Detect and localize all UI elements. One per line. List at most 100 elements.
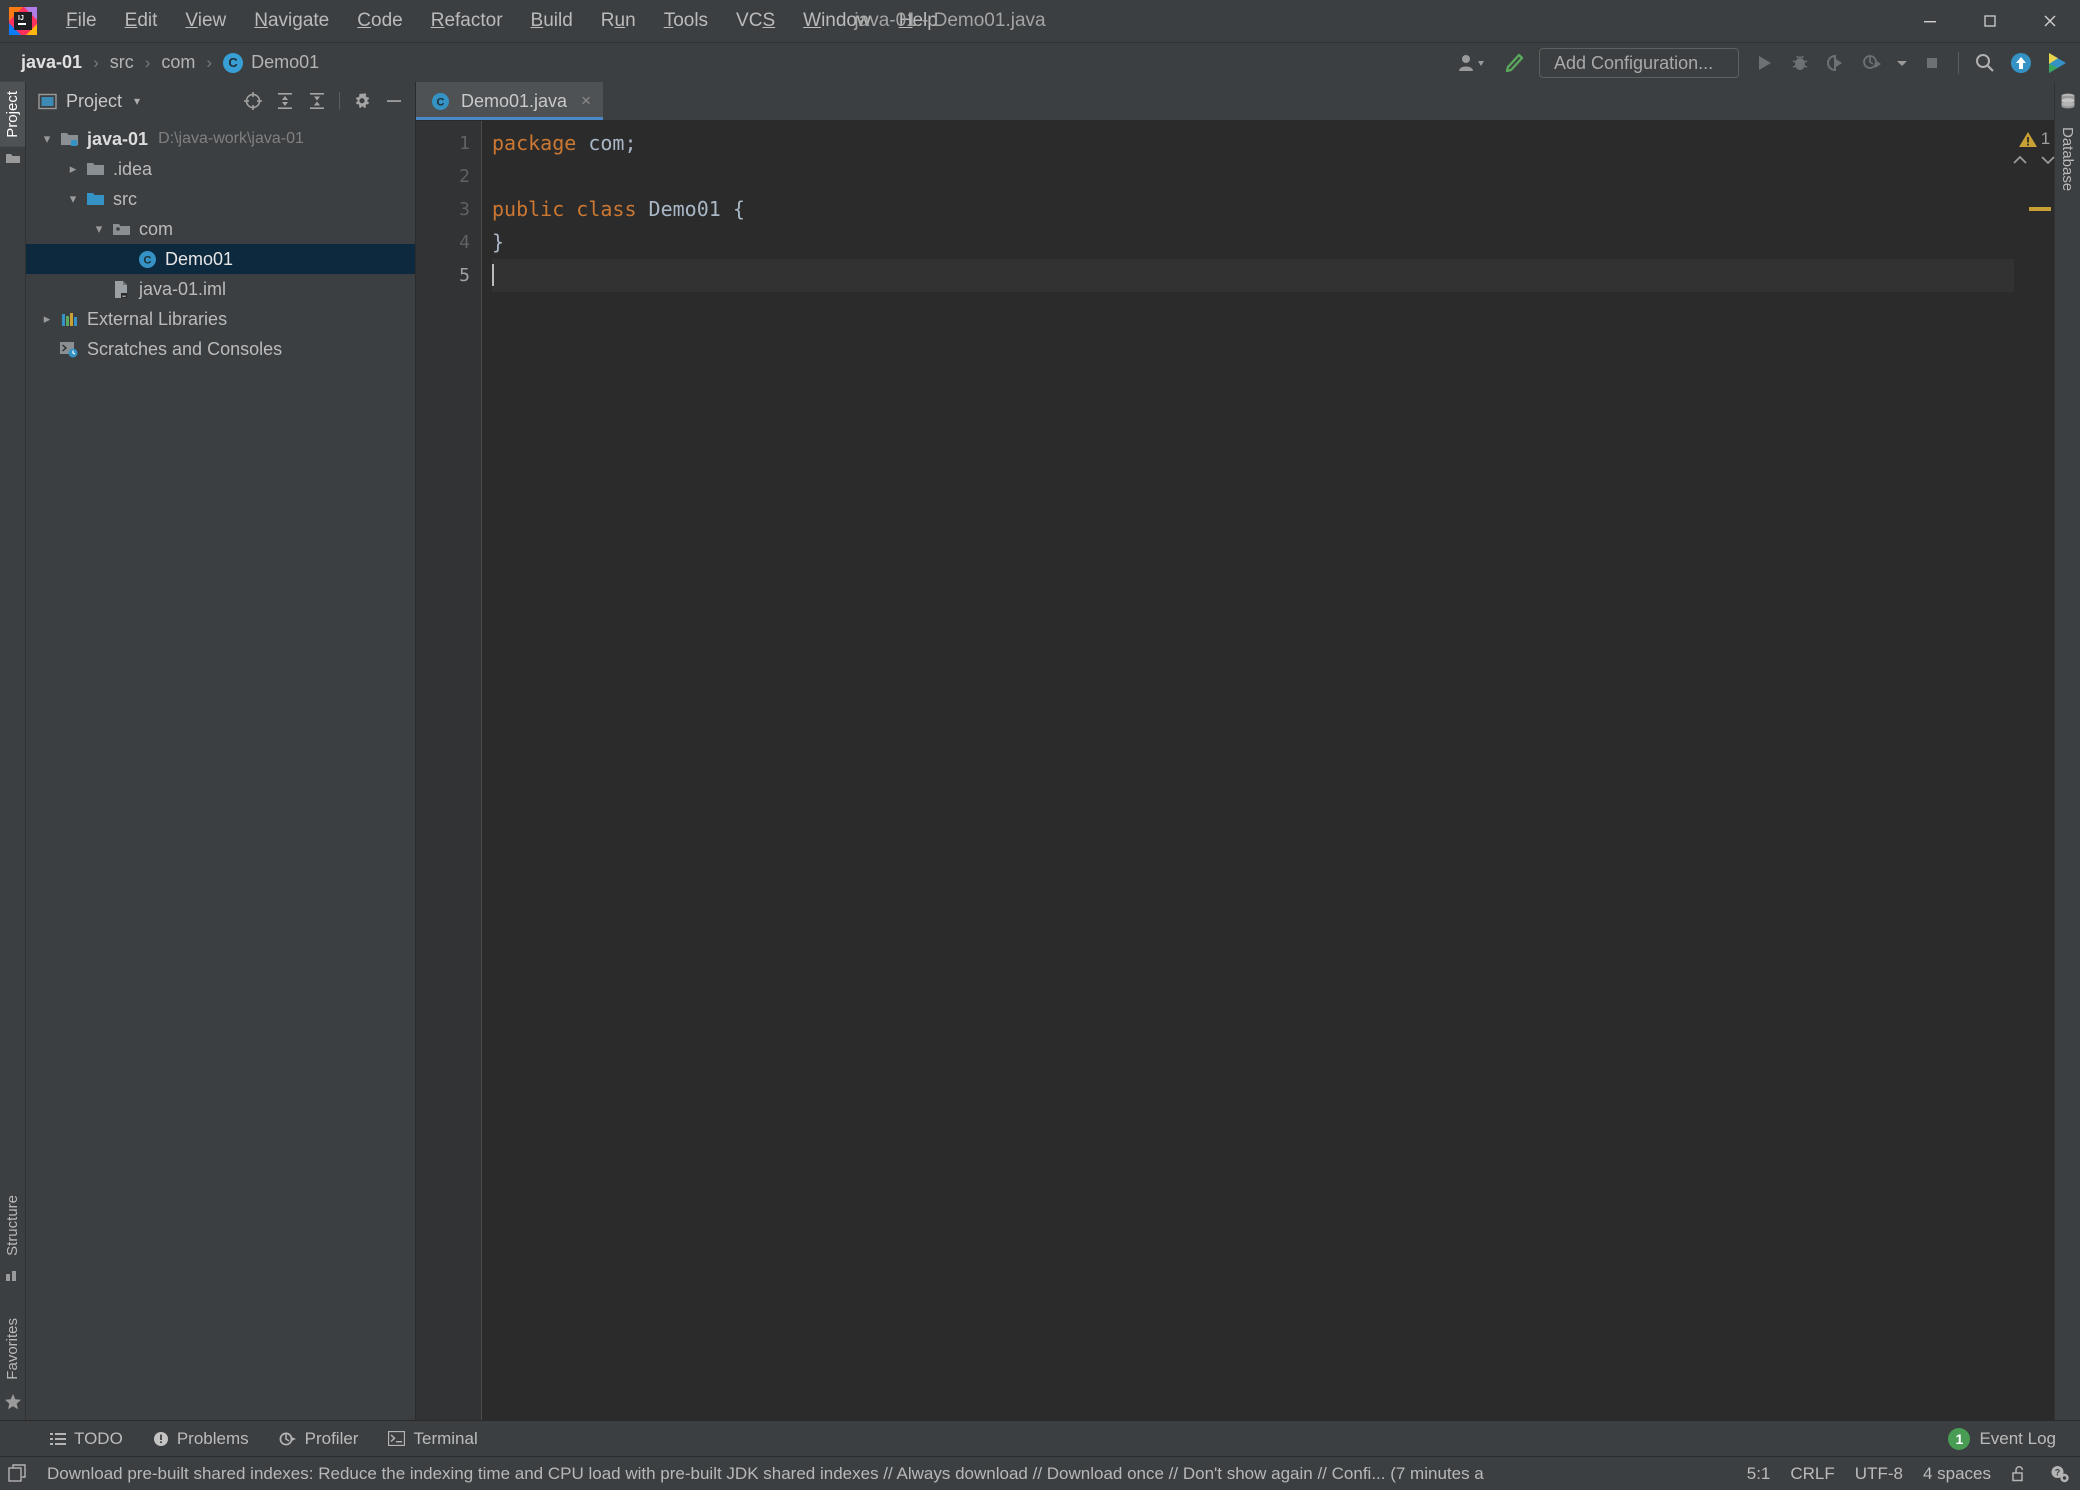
- window-controls[interactable]: [1900, 0, 2080, 42]
- tree-node-java-01[interactable]: ▾ java-01 D:\java-work\java-01: [26, 124, 415, 154]
- expand-all-icon[interactable]: [270, 87, 300, 115]
- sidebar-item-favorites[interactable]: Favorites: [0, 1309, 25, 1389]
- stop-icon[interactable]: [1915, 47, 1949, 79]
- breadcrumb-item-demo01[interactable]: C Demo01: [218, 50, 324, 75]
- collapse-all-icon[interactable]: [302, 87, 332, 115]
- sidebar-item-structure[interactable]: Structure: [0, 1186, 25, 1265]
- notification-icon[interactable]: [8, 1464, 27, 1483]
- hide-panel-icon[interactable]: [379, 87, 409, 115]
- menu-view[interactable]: View: [171, 5, 240, 37]
- breadcrumb[interactable]: java-01 › src › com › C Demo01: [0, 50, 324, 75]
- breadcrumb-item-project[interactable]: java-01: [16, 50, 87, 75]
- java-class-icon: C: [223, 52, 244, 73]
- user-avatar-icon[interactable]: [1449, 47, 1495, 79]
- project-panel-actions[interactable]: [238, 87, 409, 115]
- structure-icon: [5, 1269, 21, 1283]
- bottom-tab-terminal[interactable]: Terminal: [378, 1425, 487, 1453]
- menu-window[interactable]: Window: [789, 5, 885, 37]
- bottom-tab-label: TODO: [74, 1428, 123, 1448]
- terminal-icon: [388, 1431, 406, 1446]
- tree-node-demo01[interactable]: C Demo01: [26, 244, 415, 274]
- code-editor[interactable]: 1 2 3 4 5 package com; public class Demo…: [416, 120, 2055, 1420]
- tree-node-external-libraries[interactable]: ▸ External Libraries: [26, 304, 415, 334]
- chevron-down-icon[interactable]: ▾: [62, 191, 84, 207]
- code-content[interactable]: package com; public class Demo01 { }: [482, 121, 2014, 1420]
- code-line-4[interactable]: }: [492, 226, 2014, 259]
- run-with-coverage-icon[interactable]: [1819, 47, 1853, 79]
- maximize-button[interactable]: [1960, 0, 2020, 42]
- project-view-icon: [38, 93, 57, 110]
- tree-node-label: java-01.iml: [139, 278, 227, 299]
- status-message[interactable]: Download pre-built shared indexes: Reduc…: [47, 1464, 1717, 1484]
- tree-node-scratches-and-consoles[interactable]: Scratches and Consoles: [26, 334, 415, 364]
- menu-build[interactable]: Build: [517, 5, 587, 37]
- line-number: 1: [459, 133, 470, 154]
- update-project-icon[interactable]: [2004, 47, 2038, 79]
- next-problem-icon[interactable]: [2036, 151, 2060, 169]
- tree-node-idea[interactable]: ▸ .idea: [26, 154, 415, 184]
- breadcrumb-separator: ›: [93, 52, 99, 72]
- profiler-icon[interactable]: [1855, 47, 1889, 79]
- menu-refactor[interactable]: Refactor: [417, 5, 517, 37]
- dropdown-arrow-icon[interactable]: [1891, 47, 1913, 79]
- line-separator[interactable]: CRLF: [1790, 1464, 1834, 1484]
- editor-tab-bar[interactable]: C Demo01.java ×: [416, 82, 2054, 120]
- navigation-bar: java-01 › src › com › C Demo01 Add Confi…: [0, 42, 2080, 82]
- run-anything-icon[interactable]: [2040, 47, 2074, 79]
- indent-setting[interactable]: 4 spaces: [1923, 1464, 1991, 1484]
- bottom-tab-profiler[interactable]: Profiler: [269, 1425, 369, 1453]
- add-configuration-button[interactable]: Add Configuration...: [1539, 48, 1739, 78]
- locate-crosshair-icon[interactable]: [238, 87, 268, 115]
- project-panel-title: Project: [66, 90, 123, 111]
- code-line-1[interactable]: package com;: [492, 127, 2014, 160]
- error-stripe-gutter[interactable]: 1: [2013, 121, 2055, 1420]
- menu-vcs[interactable]: VCS: [722, 5, 789, 37]
- file-encoding[interactable]: UTF-8: [1855, 1464, 1903, 1484]
- project-tree[interactable]: ▾ java-01 D:\java-work\java-01 ▸ .idea ▾…: [26, 120, 415, 1420]
- chevron-right-icon[interactable]: ▸: [36, 311, 58, 327]
- chevron-down-icon[interactable]: ▾: [134, 94, 140, 108]
- tree-node-com[interactable]: ▾ com: [26, 214, 415, 244]
- problems-icon: [153, 1431, 169, 1447]
- menu-help[interactable]: Help: [885, 5, 952, 37]
- chevron-down-icon[interactable]: ▾: [88, 221, 110, 237]
- caret-position[interactable]: 5:1: [1747, 1464, 1771, 1484]
- sidebar-item-project[interactable]: Project: [0, 82, 25, 147]
- inspection-level-icon[interactable]: ?: [2049, 1464, 2070, 1483]
- breadcrumb-item-src[interactable]: src: [105, 50, 139, 75]
- search-everywhere-icon[interactable]: [1968, 47, 2002, 79]
- menu-tools[interactable]: Tools: [650, 5, 722, 37]
- menu-edit[interactable]: Edit: [111, 5, 172, 37]
- previous-problem-icon[interactable]: [2008, 151, 2032, 169]
- event-log-widget[interactable]: 1 Event Log: [1948, 1427, 2056, 1450]
- code-line-3[interactable]: public class Demo01 {: [492, 193, 2014, 226]
- inspection-widget[interactable]: 1: [2018, 121, 2050, 149]
- run-icon[interactable]: [1747, 47, 1781, 79]
- menu-code[interactable]: Code: [343, 5, 416, 37]
- menu-run[interactable]: Run: [587, 5, 650, 37]
- settings-gear-icon[interactable]: [347, 87, 377, 115]
- chevron-right-icon[interactable]: ▸: [62, 161, 84, 177]
- tree-node-java-01-iml[interactable]: java-01.iml: [26, 274, 415, 304]
- menu-bar[interactable]: File Edit View Navigate Code Refactor Bu…: [52, 5, 952, 37]
- close-button[interactable]: [2020, 0, 2080, 42]
- code-line-5[interactable]: [492, 259, 2014, 292]
- code-line-2[interactable]: [492, 160, 2014, 193]
- event-log-count-badge: 1: [1948, 1427, 1971, 1450]
- debug-icon[interactable]: [1783, 47, 1817, 79]
- build-hammer-icon[interactable]: [1497, 47, 1531, 79]
- breadcrumb-item-demo01-label: Demo01: [251, 52, 320, 72]
- warning-stripe-marker[interactable]: [2029, 207, 2051, 211]
- menu-navigate[interactable]: Navigate: [240, 5, 343, 37]
- breadcrumb-item-com[interactable]: com: [156, 50, 200, 75]
- close-icon[interactable]: ×: [581, 91, 591, 111]
- bottom-tab-todo[interactable]: TODO: [40, 1425, 133, 1453]
- unlocked-icon[interactable]: [2011, 1465, 2029, 1483]
- main-toolbar[interactable]: Add Configuration...: [1449, 43, 2074, 83]
- bottom-tab-problems[interactable]: Problems: [143, 1425, 259, 1453]
- menu-file[interactable]: File: [52, 5, 111, 37]
- tree-node-src[interactable]: ▾ src: [26, 184, 415, 214]
- chevron-down-icon[interactable]: ▾: [36, 131, 58, 147]
- editor-tab-demo01-java[interactable]: C Demo01.java ×: [416, 82, 603, 120]
- minimize-button[interactable]: [1900, 0, 1960, 42]
